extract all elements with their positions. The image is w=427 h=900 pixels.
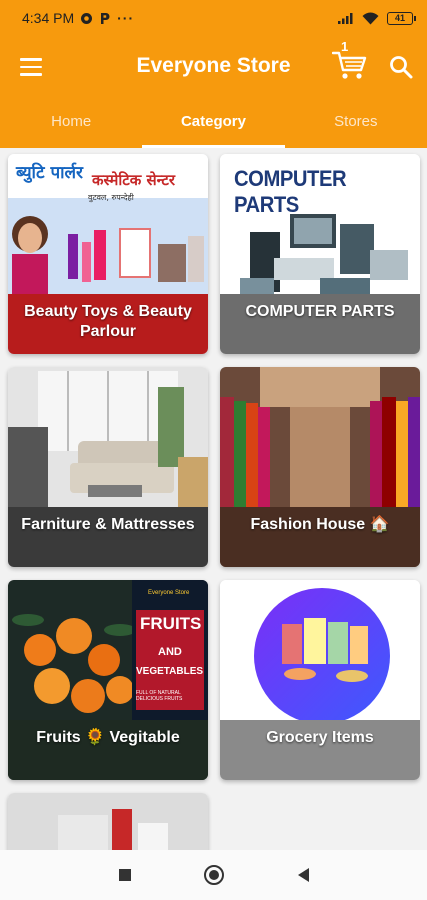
tab-stores[interactable]: Stores bbox=[285, 100, 427, 148]
app-bar: Everyone Store 1 bbox=[0, 36, 427, 100]
signal-icon bbox=[338, 13, 353, 24]
cart-button[interactable]: 1 bbox=[330, 39, 370, 80]
p-app-icon bbox=[101, 12, 110, 24]
fruits-banner-line3: VEGETABLES bbox=[136, 666, 204, 677]
appliances-thumbnail bbox=[8, 793, 208, 850]
system-nav-bar bbox=[0, 850, 427, 900]
category-card-fruits-vegetables[interactable]: Everyone Store FRUITS AND VEGETABLES FUL… bbox=[8, 580, 208, 780]
wifi-icon bbox=[362, 12, 379, 24]
home-button[interactable] bbox=[199, 860, 229, 890]
beauty-banner-line2: कस्मेटिक सेन्टर bbox=[92, 171, 176, 189]
beauty-banner-line3: वुटवल, रुपन्देही bbox=[88, 193, 134, 202]
fruits-thumbnail bbox=[8, 580, 208, 780]
category-label: Fashion House 🏠 bbox=[250, 516, 390, 533]
computer-parts-banner: COMPUTER PARTS bbox=[234, 166, 347, 217]
search-icon[interactable] bbox=[388, 54, 414, 80]
category-grid: ब्युटि पार्लर कस्मेटिक सेन्टर वुटवल, रुप… bbox=[0, 148, 427, 850]
category-label: Farniture & Mattresses bbox=[21, 516, 195, 533]
battery-level: 41 bbox=[394, 12, 405, 23]
fruits-banner-line4: FULL OF NATURAL DELICIOUS FRUITS bbox=[136, 690, 183, 702]
square-icon bbox=[118, 869, 131, 881]
cart-icon bbox=[332, 51, 367, 79]
tab-home[interactable]: Home bbox=[0, 100, 142, 148]
fruits-banner-brand: Everyone Store bbox=[148, 590, 190, 596]
category-card-furniture[interactable]: Farniture & Mattresses bbox=[8, 367, 208, 567]
category-card-grocery[interactable]: Grocery Items bbox=[220, 580, 420, 780]
battery-icon: 41 bbox=[387, 11, 416, 25]
circle-icon bbox=[203, 865, 224, 885]
fruits-banner-line1: FRUITS bbox=[140, 614, 202, 633]
more-notifications-icon: ··· bbox=[117, 10, 135, 26]
fashion-house-thumbnail bbox=[220, 367, 420, 567]
furniture-thumbnail bbox=[8, 367, 208, 567]
tab-bar: Home Category Stores bbox=[0, 100, 427, 148]
category-card-appliances[interactable] bbox=[8, 793, 208, 850]
status-time: 4:34 PM bbox=[22, 10, 75, 26]
back-button[interactable] bbox=[288, 860, 318, 890]
menu-icon[interactable] bbox=[20, 58, 42, 76]
category-card-computer-parts[interactable]: COMPUTER PARTS COMPUTER PARTS bbox=[220, 154, 420, 354]
back-triangle-icon bbox=[297, 868, 309, 882]
tab-category[interactable]: Category bbox=[142, 100, 285, 148]
category-label: Grocery Items bbox=[266, 729, 374, 746]
fruits-banner-line2: AND bbox=[158, 646, 182, 658]
category-label: Beauty Toys & Beauty Parlour bbox=[24, 303, 192, 340]
category-card-beauty[interactable]: ब्युटि पार्लर कस्मेटिक सेन्टर वुटवल, रुप… bbox=[8, 154, 208, 354]
status-bar: 4:34 PM ··· 41 bbox=[0, 0, 427, 36]
category-label: COMPUTER PARTS bbox=[245, 303, 395, 320]
beauty-banner-line1: ब्युटि पार्लर bbox=[16, 163, 83, 183]
category-card-fashion-house[interactable]: Fashion House 🏠 bbox=[220, 367, 420, 567]
target-icon bbox=[81, 12, 93, 24]
category-label: Fruits 🌻 Vegitable bbox=[36, 729, 180, 746]
recent-apps-button[interactable] bbox=[110, 860, 140, 890]
